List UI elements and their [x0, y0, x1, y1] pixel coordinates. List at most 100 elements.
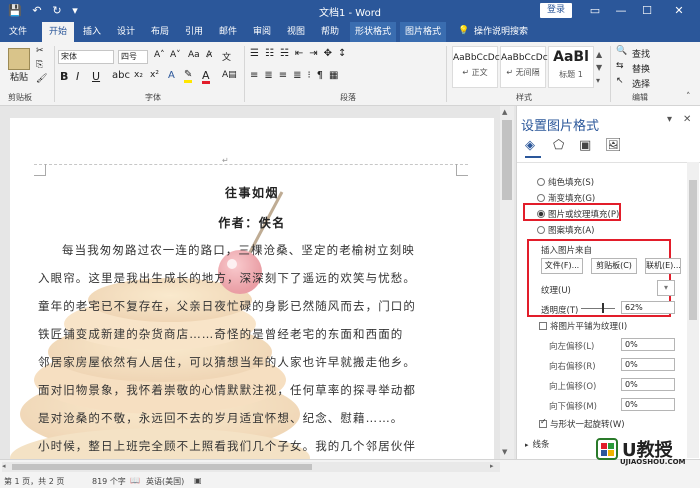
format-painter-icon[interactable]: 🖌: [36, 74, 47, 84]
paste-button[interactable]: 粘贴: [6, 72, 32, 84]
bold-button[interactable]: B: [60, 70, 68, 83]
tab-view[interactable]: 视图: [282, 22, 310, 42]
tab-layout[interactable]: 布局: [146, 22, 174, 42]
style-no-spacing[interactable]: AaBbCcDc ↵ 无间隔: [500, 46, 548, 88]
layout-properties-icon[interactable]: ▣: [579, 138, 591, 153]
vertical-ruler: [0, 106, 10, 459]
transparency-input[interactable]: 62%: [621, 301, 675, 314]
radio-solid-fill[interactable]: 纯色填充(S): [537, 176, 594, 188]
radio-pattern-fill[interactable]: 图案填充(A): [537, 224, 594, 236]
scroll-right-icon[interactable]: ▸: [490, 462, 494, 470]
pane-options-icon[interactable]: ▾: [667, 114, 672, 125]
list-buttons-icon[interactable]: ☰☷☵⇤⇥✥↕: [250, 48, 352, 59]
scroll-thumb[interactable]: [502, 120, 512, 200]
replace-button[interactable]: 替换: [632, 62, 650, 75]
italic-button[interactable]: I: [76, 70, 79, 83]
tab-help[interactable]: 帮助: [316, 22, 344, 42]
transparency-slider-thumb[interactable]: [602, 303, 605, 313]
tab-mailings[interactable]: 邮件: [214, 22, 242, 42]
proofing-icon[interactable]: 📖: [130, 476, 140, 485]
document-page[interactable]: ↵ 往事如烟 作者：佚名 每当我匆匆路过农一连的路口，三棵沧桑、坚定的老榆树立刻…: [10, 118, 494, 459]
alignment-buttons-icon[interactable]: ≡≣≡≣⁝¶▦: [250, 70, 345, 81]
tab-review[interactable]: 审阅: [248, 22, 276, 42]
maximize-icon[interactable]: ☐: [636, 2, 658, 20]
minimize-icon[interactable]: —: [610, 2, 632, 20]
superscript-icon[interactable]: x²: [150, 70, 159, 80]
online-button[interactable]: 联机(E)...: [645, 258, 681, 274]
language-status[interactable]: 英语(美国): [146, 476, 184, 487]
cut-icon[interactable]: ✂: [36, 46, 44, 56]
pane-scroll-thumb[interactable]: [689, 180, 697, 320]
font-size-select[interactable]: 四号: [118, 50, 148, 64]
picture-icon[interactable]: 🖼: [605, 138, 622, 153]
styles-scroll-icon[interactable]: ▲ ▼ ▾: [596, 48, 602, 87]
select-button[interactable]: 选择: [632, 77, 650, 90]
style-heading-1[interactable]: AaBl 标题 1: [548, 46, 594, 88]
undo-icon[interactable]: ↶: [28, 3, 46, 19]
pane-close-icon[interactable]: ✕: [683, 114, 691, 125]
tab-picture-format[interactable]: 图片格式: [400, 22, 446, 42]
pane-scrollbar[interactable]: [687, 162, 699, 458]
phonetic-icon[interactable]: 文: [222, 50, 231, 63]
horizontal-scrollbar[interactable]: ◂ ▸: [2, 462, 500, 472]
texture-picker-icon[interactable]: ▾: [657, 280, 675, 296]
tab-insert[interactable]: 插入: [78, 22, 106, 42]
clipboard-button[interactable]: 剪贴板(C): [591, 258, 637, 274]
tab-design[interactable]: 设计: [112, 22, 140, 42]
replace-icon: ⇆: [616, 61, 624, 71]
tab-file[interactable]: 文件: [4, 22, 32, 42]
tell-me-search[interactable]: 操作说明搜索: [472, 22, 530, 42]
offset-right-input[interactable]: 0%: [621, 358, 675, 371]
select-icon: ↖: [616, 76, 624, 86]
subscript-icon[interactable]: x₂: [134, 70, 143, 80]
scroll-down-icon[interactable]: ▼: [502, 448, 507, 456]
strikethrough-icon[interactable]: abc: [112, 70, 130, 81]
page-count[interactable]: 第 1 页，共 2 页: [4, 476, 64, 487]
active-category-underline: [525, 156, 541, 158]
transparency-slider[interactable]: [581, 308, 615, 309]
collapse-ribbon-icon[interactable]: ˄: [686, 92, 691, 102]
font-name-select[interactable]: 宋体: [58, 50, 114, 64]
quick-access-more-icon[interactable]: ▾: [66, 3, 84, 19]
word-count[interactable]: 819 个字: [92, 476, 126, 487]
offset-bottom-input[interactable]: 0%: [621, 398, 675, 411]
underline-button[interactable]: U: [92, 70, 100, 83]
texture-label: 纹理(U): [541, 286, 571, 296]
tab-references[interactable]: 引用: [180, 22, 208, 42]
login-button[interactable]: 登录: [540, 3, 572, 18]
logo-square: [608, 450, 614, 456]
file-button[interactable]: 文件(F)...: [541, 258, 583, 274]
fill-line-icon[interactable]: ◈: [525, 138, 535, 153]
save-icon[interactable]: 💾: [6, 3, 24, 19]
find-button[interactable]: 查找: [632, 47, 650, 60]
scroll-left-icon[interactable]: ◂: [2, 462, 6, 470]
macro-record-icon[interactable]: ▣: [194, 476, 202, 485]
font-color-button[interactable]: A: [202, 70, 210, 84]
close-icon[interactable]: ✕: [668, 2, 690, 20]
tab-shape-format[interactable]: 形状格式: [350, 22, 396, 42]
line-section-header[interactable]: ▸ 线条: [525, 438, 550, 450]
offset-left-input[interactable]: 0%: [621, 338, 675, 351]
style-normal[interactable]: AaBbCcDc ↵ 正文: [452, 46, 500, 88]
copy-icon[interactable]: ⎘: [36, 60, 43, 70]
vertical-scrollbar[interactable]: ▲ ▼: [500, 106, 514, 459]
highlight-icon[interactable]: ✎: [184, 70, 193, 83]
scroll-up-icon[interactable]: ▲: [502, 108, 507, 116]
tile-checkbox[interactable]: 将图片平铺为纹理(I): [539, 320, 627, 332]
effects-icon[interactable]: ⬠: [553, 138, 564, 153]
checkbox-icon: [539, 322, 547, 330]
ribbon-display-icon[interactable]: ▭: [584, 2, 606, 20]
grow-font-icon[interactable]: A˄: [154, 50, 165, 60]
shrink-font-icon[interactable]: A˅: [170, 50, 181, 60]
text-effects-icon[interactable]: A: [168, 70, 175, 81]
tab-home[interactable]: 开始: [42, 22, 74, 42]
change-case-icon[interactable]: Aa: [188, 50, 200, 60]
rotate-with-shape-checkbox[interactable]: 与形状一起旋转(W): [539, 418, 625, 430]
char-shading-icon[interactable]: A▤: [222, 70, 237, 80]
h-scroll-thumb[interactable]: [12, 464, 312, 470]
clear-format-icon[interactable]: A̷: [206, 50, 212, 60]
paragraph-line: 铁匠铺变成新建的杂货商店……奇怪的是曾经老宅的东面和西面的: [38, 327, 404, 341]
paste-icon[interactable]: [8, 48, 30, 70]
offset-top-input[interactable]: 0%: [621, 378, 675, 391]
redo-icon[interactable]: ↻: [48, 3, 66, 19]
